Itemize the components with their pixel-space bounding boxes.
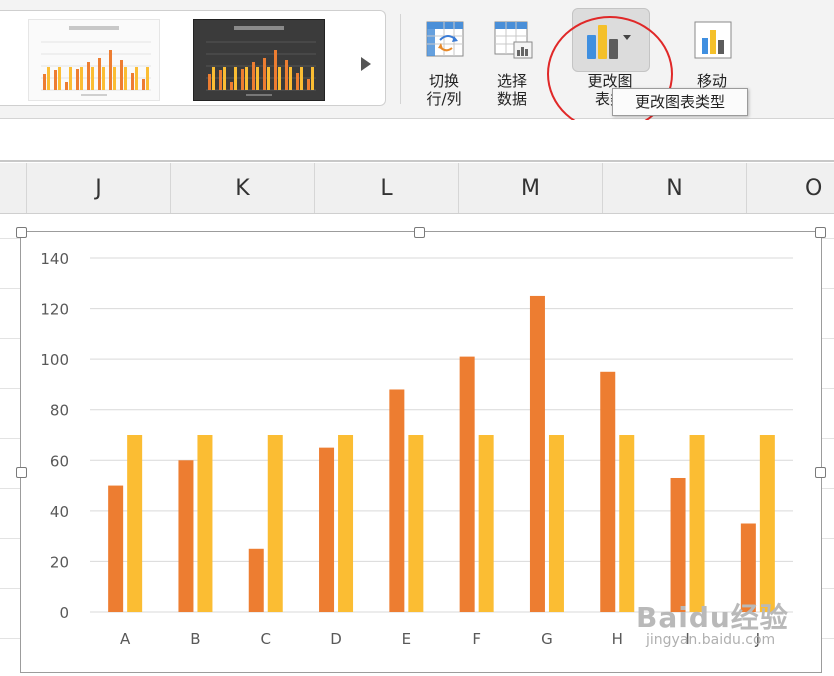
- column-header-n[interactable]: N: [603, 163, 747, 213]
- x-tick-label: A: [120, 630, 131, 648]
- bar: [248, 548, 264, 612]
- column-header-k[interactable]: K: [171, 163, 315, 213]
- x-tick-label: E: [402, 630, 411, 648]
- x-tick-label: F: [472, 630, 481, 648]
- bar: [759, 435, 775, 612]
- y-tick-label: 140: [40, 250, 69, 268]
- chart-style-light-thumbnail[interactable]: [28, 19, 160, 101]
- bar: [267, 435, 283, 612]
- bar: [108, 485, 124, 612]
- column-header-l[interactable]: L: [315, 163, 459, 213]
- y-tick-label: 0: [59, 604, 69, 622]
- resize-handle-right[interactable]: [815, 467, 826, 478]
- light-thumbnail-preview: [41, 26, 151, 96]
- bar: [459, 356, 475, 612]
- bar: [619, 435, 635, 612]
- y-tick-label: 120: [40, 301, 69, 319]
- change-chart-type-tooltip: 更改图表类型: [612, 88, 748, 116]
- column-header-j[interactable]: J: [27, 163, 171, 213]
- formula-bar-area: [0, 120, 834, 162]
- column-header-row: J K L M N O: [0, 163, 834, 214]
- y-tick-label: 40: [50, 503, 69, 521]
- chart-style-dark-thumbnail[interactable]: [193, 19, 325, 101]
- ribbon-separator: [400, 14, 401, 104]
- y-tick-label: 20: [50, 553, 69, 571]
- bar: [408, 435, 424, 612]
- gallery-next-arrow-icon[interactable]: [361, 57, 371, 71]
- move-chart-icon: [694, 21, 732, 59]
- x-tick-label: B: [190, 630, 200, 648]
- y-tick-label: 100: [40, 351, 69, 369]
- bar: [670, 477, 686, 612]
- row-header-corner[interactable]: [0, 163, 27, 213]
- y-tick-label: 60: [50, 452, 69, 470]
- dark-thumbnail-preview: [206, 26, 316, 96]
- bar: [389, 389, 405, 612]
- watermark-sub-text: jingyan.baidu.com: [646, 632, 776, 648]
- select-data-label: 选择 数据: [496, 72, 527, 108]
- chart-style-gallery: [0, 10, 386, 106]
- x-tick-label: G: [541, 630, 553, 648]
- resize-handle-top-left[interactable]: [16, 227, 27, 238]
- x-tick-label: C: [261, 630, 271, 648]
- bar: [178, 460, 194, 612]
- bar: [319, 447, 335, 612]
- x-tick-label: D: [330, 630, 342, 648]
- resize-handle-top-right[interactable]: [815, 227, 826, 238]
- change-chart-type-button[interactable]: [572, 8, 650, 72]
- bar: [689, 435, 705, 612]
- change-chart-type-icon: [587, 25, 631, 59]
- column-header-o[interactable]: O: [747, 163, 834, 213]
- column-header-m[interactable]: M: [459, 163, 603, 213]
- y-tick-label: 80: [50, 402, 69, 420]
- select-data-icon: [494, 21, 533, 59]
- switch-row-col-label: 切换 行/列: [426, 72, 462, 108]
- switch-row-col-button[interactable]: 切换 行/列: [412, 14, 476, 112]
- x-tick-label: H: [612, 630, 623, 648]
- select-data-button[interactable]: 选择 数据: [480, 14, 544, 112]
- watermark-main-text: Baidu经验: [636, 601, 789, 634]
- switch-row-col-icon: [426, 21, 464, 57]
- bar: [197, 435, 213, 612]
- bar: [529, 295, 545, 612]
- bar: [338, 435, 354, 612]
- bar: [548, 435, 564, 612]
- bar: [127, 435, 143, 612]
- watermark: Baidu经验 jingyan.baidu.com: [636, 596, 826, 656]
- bar: [478, 435, 494, 612]
- bar: [600, 371, 616, 612]
- resize-handle-top[interactable]: [414, 227, 425, 238]
- resize-handle-left[interactable]: [16, 467, 27, 478]
